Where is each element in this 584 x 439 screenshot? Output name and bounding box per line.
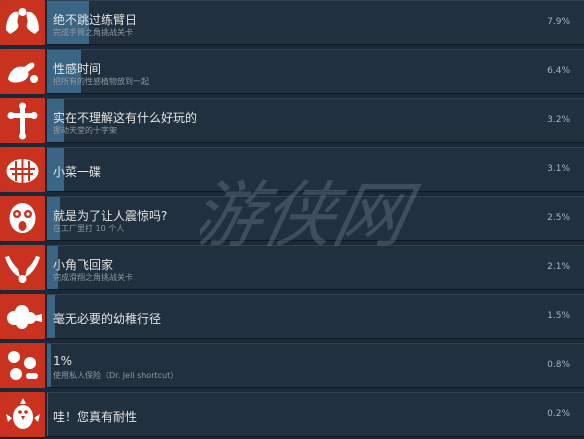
achievement-title: 毫无必要的幼稚行径	[53, 312, 162, 326]
achievement-row[interactable]: 性感时间 把所有的性感植物放到一起 6.4%	[0, 49, 584, 94]
cross-icon	[0, 98, 45, 143]
achievement-title: 性感时间	[53, 62, 102, 76]
progress-fill	[47, 344, 52, 387]
achievement-row[interactable]: 1% 使用私人保险（Dr. Jell shortcut） 0.8%	[0, 343, 584, 388]
achievement-row[interactable]: 小菜一碟 3.1%	[0, 147, 584, 192]
achievement-description: 完成滑翔之角挑战关卡	[53, 273, 133, 282]
achievement-row[interactable]: 毫无必要的幼稚行径 1.5%	[0, 294, 584, 339]
chicken-icon	[0, 392, 45, 437]
progress-track	[47, 49, 584, 94]
unlock-percentage: 6.4%	[547, 66, 570, 76]
achievement-title: 绝不跳过练臂日	[53, 13, 138, 27]
achievement-row[interactable]: 实在不理解这有什么好玩的 挪动天堂的十字架 3.2%	[0, 98, 584, 143]
achievement-title: 哇！您真有耐性	[53, 410, 138, 424]
progress-fill	[47, 393, 49, 436]
achievement-description: 挪动天堂的十字架	[53, 126, 117, 135]
unlock-percentage: 2.5%	[547, 213, 570, 223]
achievement-title: 1%	[53, 354, 73, 368]
achievement-title: 实在不理解这有什么好玩的	[53, 111, 198, 125]
progress-track	[47, 343, 584, 388]
unlock-percentage: 0.8%	[547, 360, 570, 370]
achievement-row[interactable]: 哇！您真有耐性 0.2%	[0, 392, 584, 437]
muscle-arms-icon	[0, 0, 45, 45]
achievement-row[interactable]: 小角飞回家 完成滑翔之角挑战关卡 2.1%	[0, 245, 584, 290]
achievement-row[interactable]: 就是为了让人震惊吗? 在工厂里打 10 个人 2.5%	[0, 196, 584, 241]
achievement-description: 使用私人保险（Dr. Jell shortcut）	[53, 371, 179, 380]
gliding-hands-icon	[0, 245, 45, 290]
flexing-hand-icon	[0, 49, 45, 94]
achievement-title: 小菜一碟	[53, 165, 102, 179]
achievement-title: 小角飞回家	[53, 258, 114, 272]
unlock-percentage: 0.2%	[547, 409, 570, 419]
unlock-percentage: 7.9%	[547, 17, 570, 27]
progress-track	[47, 147, 584, 192]
unlock-percentage: 3.1%	[547, 164, 570, 174]
unlock-percentage: 3.2%	[547, 115, 570, 125]
pie-icon	[0, 147, 45, 192]
progress-track	[47, 245, 584, 290]
achievement-row[interactable]: 绝不跳过练臂日 完成手臂之角挑战关卡 7.9%	[0, 0, 584, 45]
unlock-percentage: 2.1%	[547, 262, 570, 272]
unlock-percentage: 1.5%	[547, 311, 570, 321]
achievement-description: 完成手臂之角挑战关卡	[53, 28, 133, 37]
achievement-title: 就是为了让人震惊吗?	[53, 209, 168, 223]
achievement-description: 把所有的性感植物放到一起	[53, 77, 149, 86]
fart-cloud-icon	[0, 294, 45, 339]
pills-icon	[0, 343, 45, 388]
shocked-face-icon	[0, 196, 45, 241]
achievement-description: 在工厂里打 10 个人	[53, 224, 125, 233]
